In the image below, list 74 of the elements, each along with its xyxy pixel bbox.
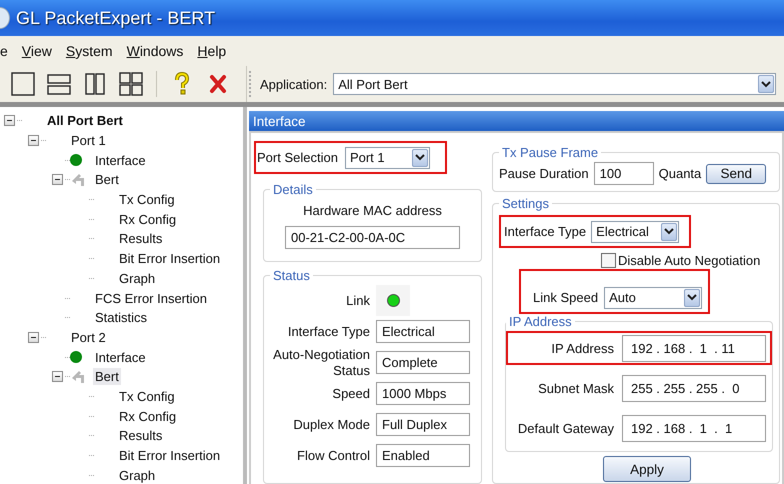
link-speed-label: Link Speed	[533, 290, 598, 305]
status-label: Interface Type	[286, 324, 370, 340]
ip-address-field[interactable]: 192 . 168 . 1 . 1	[622, 414, 766, 442]
tree-item[interactable]: Port 1	[69, 132, 108, 150]
status-value-field: Electrical	[376, 320, 470, 343]
pause-duration-field[interactable]: 100	[594, 162, 654, 185]
menu-item[interactable]: Windows	[126, 43, 184, 59]
collapse-icon[interactable]	[4, 115, 15, 126]
status-dot-icon	[70, 351, 82, 364]
unit-label: Quanta	[658, 166, 702, 181]
send-button[interactable]: Send	[706, 164, 766, 184]
collapse-icon[interactable]	[52, 174, 63, 186]
checkbox-label: Disable Auto Negotiation	[618, 252, 760, 268]
application-label: Application:	[260, 76, 328, 92]
menu-item[interactable]: Help	[197, 43, 226, 59]
tree-item[interactable]: Bert	[93, 171, 121, 188]
tree-item[interactable]: Bert	[93, 368, 121, 386]
tree-item[interactable]: Tx Config	[117, 191, 177, 208]
tree-item[interactable]: Rx Config	[117, 408, 178, 425]
tree-item[interactable]: Results	[117, 427, 164, 444]
tree-item[interactable]: Interface	[93, 348, 148, 366]
group-title: Settings	[501, 196, 550, 211]
tree-item[interactable]: Bit Error Insertion	[117, 250, 222, 268]
status-label: Flow Control	[296, 448, 370, 464]
group-title: Details	[272, 182, 314, 197]
application-dropdown[interactable]: All Port Bert	[333, 73, 776, 95]
panel-title: Interface	[253, 114, 306, 128]
mac-address-field[interactable]: 00-21-C2-00-0A-0C	[285, 226, 460, 249]
collapse-icon[interactable]	[28, 332, 39, 343]
tree-item[interactable]: Tx Config	[117, 388, 177, 405]
arrow-icon	[70, 368, 86, 385]
ip-label: Default Gateway	[518, 420, 614, 436]
interface-type-label: Interface Type	[504, 224, 586, 239]
tree-item[interactable]: Port 2	[69, 328, 108, 346]
menu-item[interactable]: e	[0, 43, 8, 59]
arrow-icon	[70, 172, 86, 188]
status-dot-icon	[70, 154, 82, 166]
ip-label: Subnet Mask	[538, 380, 614, 396]
status-value-field: Full Duplex	[376, 413, 470, 436]
tree-item[interactable]: All Port Bert	[45, 112, 125, 130]
group-title: Tx Pause Frame	[501, 145, 600, 160]
menu-item[interactable]: System	[66, 43, 113, 59]
status-label: Auto-Negotiation Status	[272, 347, 370, 378]
group-title: Status	[272, 268, 311, 283]
tree-item[interactable]: Graph	[117, 270, 158, 287]
collapse-icon[interactable]	[28, 135, 39, 146]
port-dropdown[interactable]: Port 1	[344, 146, 430, 168]
tree-item[interactable]: Bit Error Insertion	[117, 447, 222, 464]
ip-label: IP Address	[551, 340, 614, 356]
status-label: Duplex Mode	[292, 416, 370, 432]
collapse-icon[interactable]	[52, 371, 63, 382]
link-speed-dropdown[interactable]: Auto	[604, 286, 702, 308]
status-value-field: Complete	[376, 351, 470, 374]
ip-address-field[interactable]: 192 . 168 . 1 . 11	[622, 334, 766, 362]
status-label: Speed	[331, 386, 370, 402]
ip-address-field[interactable]: 255 . 255 . 255 . 0	[622, 374, 766, 402]
link-label: Link	[345, 292, 370, 308]
port-selection-label: Port Selection	[257, 150, 338, 165]
pause-duration-label: Pause Duration	[499, 166, 589, 181]
menu-item[interactable]: View	[22, 43, 52, 59]
mac-address-label: Hardware MAC address	[303, 203, 442, 218]
tree-item[interactable]: Rx Config	[117, 210, 178, 228]
tree-item[interactable]: Results	[117, 230, 164, 248]
tree-item[interactable]: Graph	[117, 466, 158, 484]
status-value-field: Enabled	[376, 444, 470, 468]
tree-item[interactable]: FCS Error Insertion	[93, 290, 209, 307]
checkbox[interactable]	[601, 252, 616, 268]
tree-item[interactable]: Interface	[93, 152, 148, 169]
apply-button[interactable]: Apply	[603, 456, 691, 482]
interface-type-dropdown[interactable]: Electrical	[591, 220, 680, 242]
status-value-field: 1000 Mbps	[376, 382, 470, 406]
window-title: GL PacketExpert - BERT	[16, 8, 216, 28]
tree-item[interactable]: Statistics	[93, 309, 150, 326]
group-title: IP Address	[508, 314, 573, 329]
